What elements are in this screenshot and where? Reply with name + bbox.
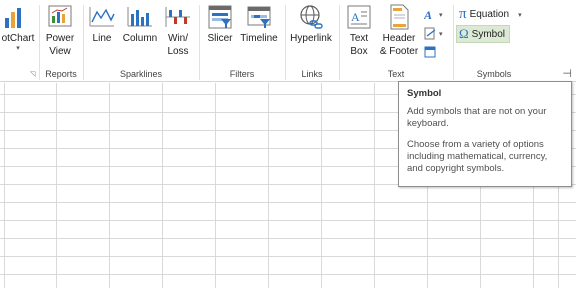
equation-label: Equation [469,9,510,20]
column-label: Column [122,33,158,44]
symbol-tooltip: Symbol Add symbols that are not on your … [398,81,572,187]
text-box-label-2: Box [350,46,368,57]
tooltip-details: Choose from a variety of options includi… [407,139,548,174]
winloss-sparkline-icon [165,7,190,27]
line-sparkline-icon [89,7,115,27]
group-label-links: Links [301,69,323,79]
timeline-icon [247,6,271,28]
timeline-label: Timeline [240,33,278,44]
chevron-down-icon: ▾ [439,11,443,19]
text-box-icon: A [347,5,371,29]
winloss-label-2: Loss [167,46,189,57]
line-label: Line [92,33,112,44]
pivotchart-icon [5,8,21,28]
text-box-button[interactable]: A Text Box [344,4,374,58]
group-label-reports: Reports [45,69,77,79]
header-footer-label-1: Header [382,33,416,44]
power-view-label-1: Power [45,33,75,44]
text-box-label-1: Text [349,33,369,44]
sparkline-column-button[interactable]: Column [120,4,160,45]
signature-line-icon [424,27,436,40]
power-view-icon [48,5,72,27]
header-footer-icon [390,4,409,30]
symbol-button[interactable]: Ω Symbol [456,25,511,43]
object-button[interactable] [424,46,436,58]
signature-line-button[interactable]: ▾ [424,27,443,40]
header-footer-button[interactable]: Header & Footer [377,4,421,58]
tooltip-title: Symbol [407,88,442,99]
svg-text:A: A [424,8,432,21]
pivotchart-label: otChart [1,33,35,44]
chevron-down-icon: ▾ [439,30,443,38]
dialog-launcher-icon[interactable]: ◹ [30,70,35,78]
chevron-down-icon: ▾ [518,11,522,19]
object-icon [424,46,436,58]
winloss-label-1: Win/ [168,33,188,44]
slicer-icon [208,5,232,29]
globe-link-icon [300,5,323,29]
group-label-text: Text [387,69,405,79]
header-footer-label-2: & Footer [379,46,419,57]
pi-icon: π [459,6,467,22]
wordart-icon: A [424,8,432,21]
pivotchart-button[interactable]: otChart ▾ [0,4,38,53]
wordart-button[interactable]: A ▾ [424,8,443,21]
group-label-sparklines: Sparklines [119,69,163,79]
equation-button[interactable]: π Equation ▾ [459,6,522,22]
group-label-symbols: Symbols [476,69,512,79]
symbol-label: Symbol [471,28,506,40]
sparkline-winloss-button[interactable]: Win/ Loss [162,4,194,58]
pin-ribbon-icon[interactable]: ⊣ [562,67,572,80]
hyperlink-button[interactable]: Hyperlink [289,4,333,45]
slicer-button[interactable]: Slicer [205,4,235,45]
ribbon: otChart ▾ ◹ Power View Reports Line Colu… [0,0,576,82]
slicer-label: Slicer [207,33,233,44]
power-view-button[interactable]: Power View [42,4,78,58]
hyperlink-label: Hyperlink [290,33,332,44]
timeline-button[interactable]: Timeline [238,4,280,45]
chevron-down-icon: ▾ [16,45,20,52]
group-label-filters: Filters [229,69,255,79]
sparkline-line-button[interactable]: Line [88,4,116,45]
tooltip-description: Add symbols that are not on your keyboar… [407,106,547,129]
power-view-label-2: View [49,46,71,57]
omega-icon: Ω [459,26,469,41]
column-sparkline-icon [127,7,152,27]
svg-text:A: A [351,10,360,24]
